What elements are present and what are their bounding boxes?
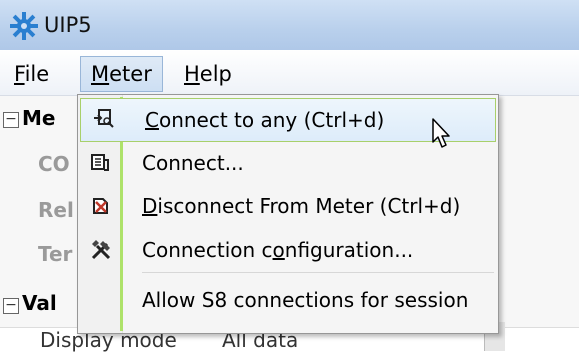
- menu-item-allow-s8-connections[interactable]: Allow S8 connections for session: [78, 279, 498, 321]
- connect-icon: [91, 154, 109, 171]
- label-post: isconnect From Meter (Ctrl+d): [157, 194, 461, 218]
- app-gear-icon: [10, 12, 38, 40]
- label-post: nfiguration...: [284, 238, 414, 262]
- title-bar: UIP5: [0, 0, 579, 50]
- menu-item-label: Allow S8 connections for session: [142, 288, 468, 312]
- disconnect-icon: [93, 198, 108, 214]
- menu-meter-label-post: eter: [109, 62, 152, 86]
- menu-bar: File Meter Help: [0, 50, 579, 96]
- menu-item-label: Connect...: [142, 151, 244, 175]
- group-label: Me: [22, 106, 56, 130]
- group-label: Val: [22, 291, 57, 315]
- tools-icon: [91, 240, 111, 260]
- menu-item-disconnect[interactable]: Disconnect From Meter (Ctrl+d): [78, 185, 498, 227]
- collapse-toggle[interactable]: −: [3, 112, 19, 128]
- label-pre: Connect...: [142, 151, 244, 175]
- label-post: onnect to any (Ctrl+d): [158, 108, 385, 132]
- grid-row-label: CO: [38, 152, 70, 176]
- menu-meter[interactable]: Meter: [80, 56, 163, 92]
- mouse-pointer-icon: [432, 118, 450, 148]
- menu-help[interactable]: Help: [184, 59, 232, 89]
- menu-meter-label-accel: M: [91, 62, 110, 86]
- menu-separator: [142, 272, 494, 273]
- label-accel: C: [145, 108, 159, 132]
- connect-any-icon: [94, 109, 114, 128]
- window-title: UIP5: [44, 13, 92, 37]
- menu-item-label: Connect to any (Ctrl+d): [145, 108, 384, 132]
- menu-file[interactable]: File: [14, 59, 49, 89]
- menu-item-label: Disconnect From Meter (Ctrl+d): [142, 194, 460, 218]
- menu-item-connection-configuration[interactable]: Connection configuration...: [78, 229, 498, 271]
- menu-file-label-accel: F: [14, 62, 25, 86]
- label-accel: o: [272, 238, 285, 262]
- grid-row-label: Ter: [38, 242, 73, 266]
- menu-item-label: Connection configuration...: [142, 238, 413, 262]
- label-accel: D: [142, 194, 158, 218]
- menu-help-label-accel: H: [184, 62, 200, 86]
- menu-help-label-post: elp: [199, 62, 232, 86]
- label-pre: Allow S8 connections for session: [142, 288, 469, 312]
- collapse-toggle[interactable]: −: [3, 298, 19, 314]
- grid-row-label: Rel: [38, 198, 74, 222]
- menu-file-label-post: ile: [24, 62, 50, 86]
- label-pre: Connection c: [142, 238, 273, 262]
